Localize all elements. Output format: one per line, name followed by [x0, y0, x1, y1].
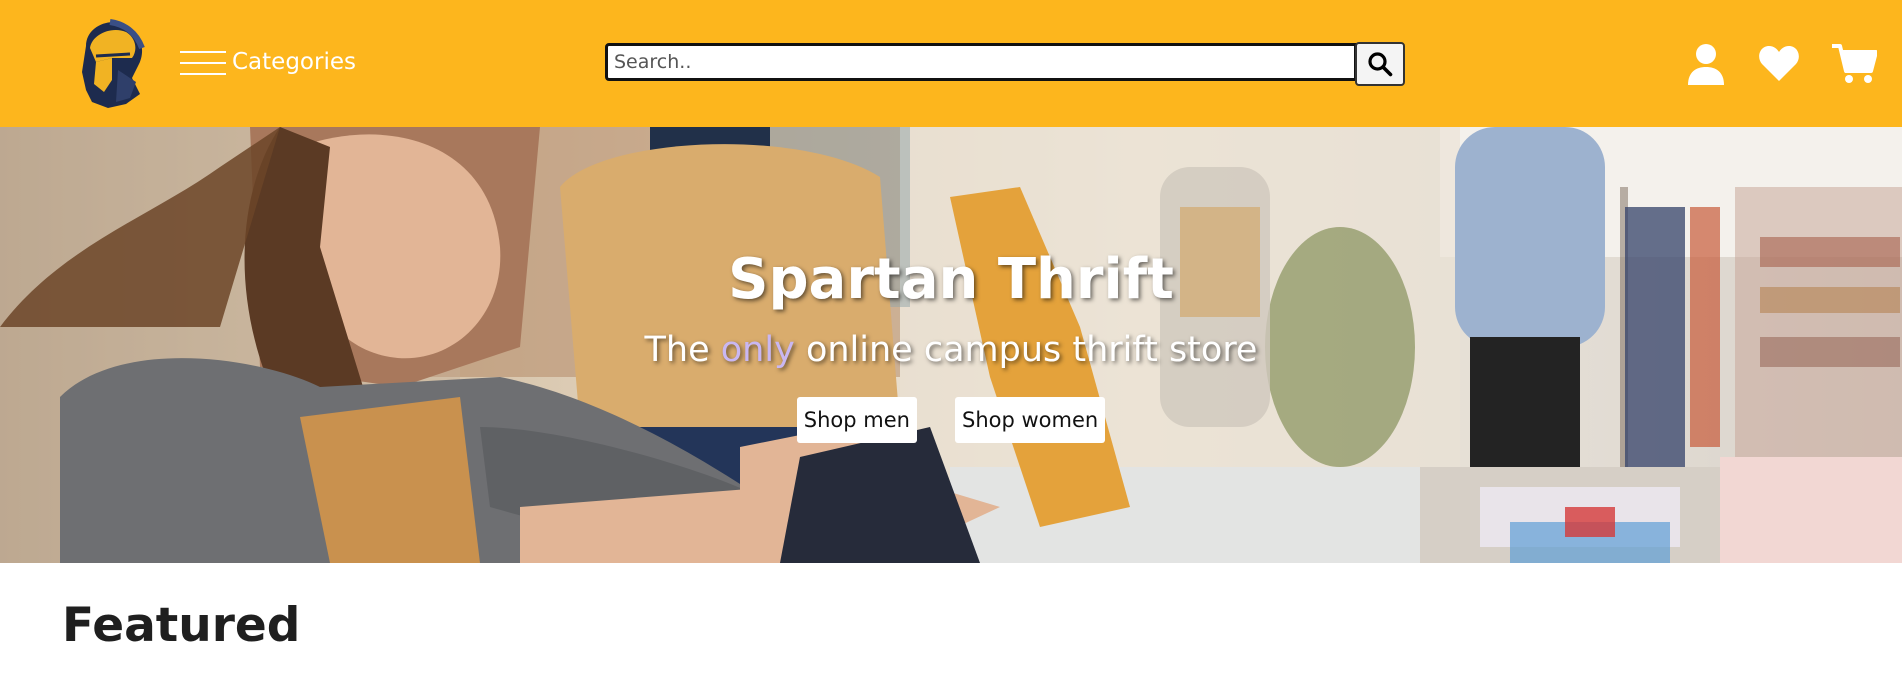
heart-icon — [1759, 46, 1799, 81]
featured-heading: Featured — [62, 598, 301, 653]
search-bar — [605, 42, 1405, 86]
categories-menu[interactable]: Categories — [180, 44, 356, 80]
hero-banner: Spartan Thrift The only online campus th… — [0, 127, 1902, 563]
cart-icon — [1832, 44, 1877, 83]
categories-label: Categories — [232, 49, 356, 75]
cart-button[interactable] — [1830, 40, 1878, 88]
hero-actions: Shop men Shop women — [0, 397, 1902, 443]
search-icon — [1368, 52, 1393, 77]
account-button[interactable] — [1682, 40, 1730, 88]
hero-subtitle: The only online campus thrift store — [0, 330, 1902, 370]
shop-men-button[interactable]: Shop men — [796, 397, 917, 443]
hamburger-menu-icon[interactable] — [180, 45, 226, 79]
user-icon — [1688, 44, 1724, 85]
hero-subtitle-accent: only — [720, 330, 795, 370]
site-header: Categories — [0, 0, 1902, 127]
search-input[interactable] — [605, 43, 1357, 81]
hero-subtitle-start: The — [644, 330, 721, 370]
hero-title: Spartan Thrift — [728, 247, 1174, 312]
search-button[interactable] — [1355, 42, 1405, 86]
spartan-helmet-logo[interactable] — [66, 18, 152, 110]
shop-women-button[interactable]: Shop women — [954, 397, 1106, 443]
wishlist-button[interactable] — [1755, 40, 1803, 88]
hero-subtitle-end: online campus thrift store — [794, 330, 1258, 370]
